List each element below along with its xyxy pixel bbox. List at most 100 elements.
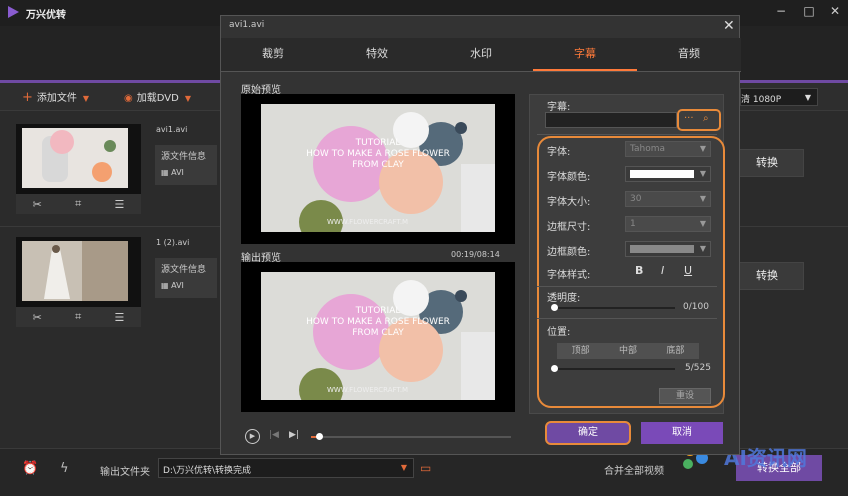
more-icon[interactable]: ··· <box>684 113 694 124</box>
preview-overlay-text: TUTORIAL HOW TO MAKE A ROSE FLOWER FROM … <box>306 306 450 338</box>
opacity-slider[interactable] <box>553 307 675 309</box>
border-size-select[interactable]: 1 ▼ <box>625 216 711 232</box>
quality-select[interactable]: 清 1080P ▼ <box>740 88 818 106</box>
thumbnail-image <box>22 128 128 188</box>
app-title: 万兴优转 <box>26 10 66 21</box>
opacity-label: 透明度: <box>547 293 581 304</box>
font-size-value: 30 <box>630 194 642 204</box>
border-color-swatch <box>630 245 694 253</box>
subtitle-label: 字幕: <box>547 102 571 113</box>
ok-button[interactable]: 确定 <box>545 421 631 445</box>
adjust-icon[interactable]: ☰ <box>115 198 125 211</box>
chevron-down-icon: ▼ <box>699 169 706 178</box>
output-preview: TUTORIAL HOW TO MAKE A ROSE FLOWER FROM … <box>241 262 515 412</box>
thumbnail-frame <box>16 237 141 307</box>
play-icon[interactable]: ▶ <box>245 429 260 444</box>
position-handle[interactable] <box>551 365 558 372</box>
app-logo-icon <box>8 6 19 18</box>
chevron-down-icon: ▼ <box>699 194 706 203</box>
divider <box>537 134 717 135</box>
output-path-select[interactable]: D:\万兴优转\转换完成 ▼ <box>158 458 414 478</box>
position-top-button[interactable]: 顶部 <box>557 343 604 359</box>
divider <box>537 318 717 319</box>
load-dvd-label: 加载DVD <box>136 93 179 104</box>
chevron-down-icon[interactable]: ▼ <box>83 94 89 103</box>
border-color-select[interactable]: ▼ <box>625 241 711 257</box>
bolt-icon[interactable]: ϟ <box>60 461 69 476</box>
font-color-swatch <box>630 170 694 178</box>
convert-button-2[interactable]: 转换 <box>730 262 804 290</box>
folder-icon[interactable]: ▭ <box>420 461 431 475</box>
disc-icon: ◉ <box>124 93 133 104</box>
adjust-icon[interactable]: ☰ <box>115 311 125 324</box>
thumbnail-tools: ✂ ⌗ ☰ <box>16 307 141 327</box>
seek-handle[interactable] <box>316 433 323 440</box>
search-icon[interactable]: ⌕ <box>703 113 709 124</box>
position-buttons: 顶部 中部 底部 <box>557 343 699 359</box>
convert-button-1[interactable]: 转换 <box>730 149 804 177</box>
chevron-down-icon[interactable]: ▼ <box>185 94 191 103</box>
dialog-tabs: 裁剪 特效 水印 字幕 音频 <box>221 38 741 72</box>
source-info-1[interactable]: 源文件信息 ▦ AVI <box>155 145 217 185</box>
scissors-icon[interactable]: ✂ <box>33 311 42 324</box>
file-thumbnail-2[interactable]: ✂ ⌗ ☰ <box>16 237 141 329</box>
chevron-down-icon: ▼ <box>804 93 811 102</box>
crop-icon[interactable]: ⌗ <box>75 197 81 211</box>
font-value: Tahoma <box>630 144 666 154</box>
reset-button[interactable]: 重设 <box>659 388 711 404</box>
file-name-1: avi1.avi <box>156 125 188 134</box>
minimize-icon[interactable]: − <box>774 4 788 18</box>
border-color-label: 边框颜色: <box>547 247 591 258</box>
position-value: 5/525 <box>685 363 711 373</box>
font-select[interactable]: Tahoma ▼ <box>625 141 711 157</box>
cancel-button[interactable]: 取消 <box>641 422 723 444</box>
maximize-icon[interactable]: □ <box>802 4 816 18</box>
time-readout: 00:19/08:14 <box>451 250 500 259</box>
opacity-value: 0/100 <box>683 302 709 312</box>
crop-icon[interactable]: ⌗ <box>75 310 81 324</box>
font-style-label: 字体样式: <box>547 270 591 281</box>
chevron-down-icon: ▼ <box>699 244 706 253</box>
chevron-down-icon: ▼ <box>699 144 706 153</box>
subtitle-file-input[interactable] <box>545 112 677 128</box>
original-preview: TUTORIAL HOW TO MAKE A ROSE FLOWER FROM … <box>241 94 515 244</box>
load-dvd-button[interactable]: ◉ 加载DVD ▼ <box>124 89 191 104</box>
position-middle-button[interactable]: 中部 <box>604 343 651 359</box>
file-thumbnail-1[interactable]: ✂ ⌗ ☰ <box>16 124 141 216</box>
preview-url-text: WWW.FLOWERCRAFT.M <box>327 218 409 226</box>
source-info-2[interactable]: 源文件信息 ▦ AVI <box>155 258 217 298</box>
tab-crop[interactable]: 裁剪 <box>221 38 325 71</box>
italic-button[interactable]: I <box>661 264 664 277</box>
seek-slider[interactable] <box>311 433 511 440</box>
alarm-icon[interactable]: ⏰ <box>22 461 38 476</box>
tab-watermark[interactable]: 水印 <box>429 38 533 71</box>
underline-button[interactable]: U <box>684 264 692 277</box>
source-info-label: 源文件信息 <box>161 152 207 162</box>
add-file-button[interactable]: + 添加文件 ▼ <box>22 89 89 105</box>
font-size-select[interactable]: 30 ▼ <box>625 191 711 207</box>
font-label: 字体: <box>547 147 571 158</box>
position-bottom-button[interactable]: 底部 <box>652 343 699 359</box>
format-label: ▦ AVI <box>161 168 184 177</box>
bold-button[interactable]: B <box>635 264 643 277</box>
chevron-down-icon: ▼ <box>699 219 706 228</box>
subtitle-buttons: ··· ⌕ <box>677 109 721 131</box>
tab-subtitle[interactable]: 字幕 <box>533 38 637 71</box>
next-icon[interactable]: ▶| <box>289 430 299 440</box>
close-icon[interactable]: ✕ <box>723 18 735 34</box>
previous-icon[interactable]: |◀ <box>269 430 279 440</box>
position-slider[interactable] <box>553 368 675 370</box>
format-label: ▦ AVI <box>161 281 184 290</box>
add-file-label: 添加文件 <box>36 93 77 104</box>
preview-overlay-text: TUTORIAL HOW TO MAKE A ROSE FLOWER FROM … <box>306 138 450 170</box>
thumbnail-tools: ✂ ⌗ ☰ <box>16 194 141 214</box>
output-path-value: D:\万兴优转\转换完成 <box>163 466 252 476</box>
scissors-icon[interactable]: ✂ <box>33 198 42 211</box>
preview-url-text: WWW.FLOWERCRAFT.M <box>327 386 409 394</box>
tab-audio[interactable]: 音频 <box>637 38 741 71</box>
opacity-handle[interactable] <box>551 304 558 311</box>
tab-effects[interactable]: 特效 <box>325 38 429 71</box>
font-color-select[interactable]: ▼ <box>625 166 711 182</box>
file-name-2: 1 (2).avi <box>156 238 190 247</box>
close-app-icon[interactable]: ✕ <box>828 4 842 18</box>
